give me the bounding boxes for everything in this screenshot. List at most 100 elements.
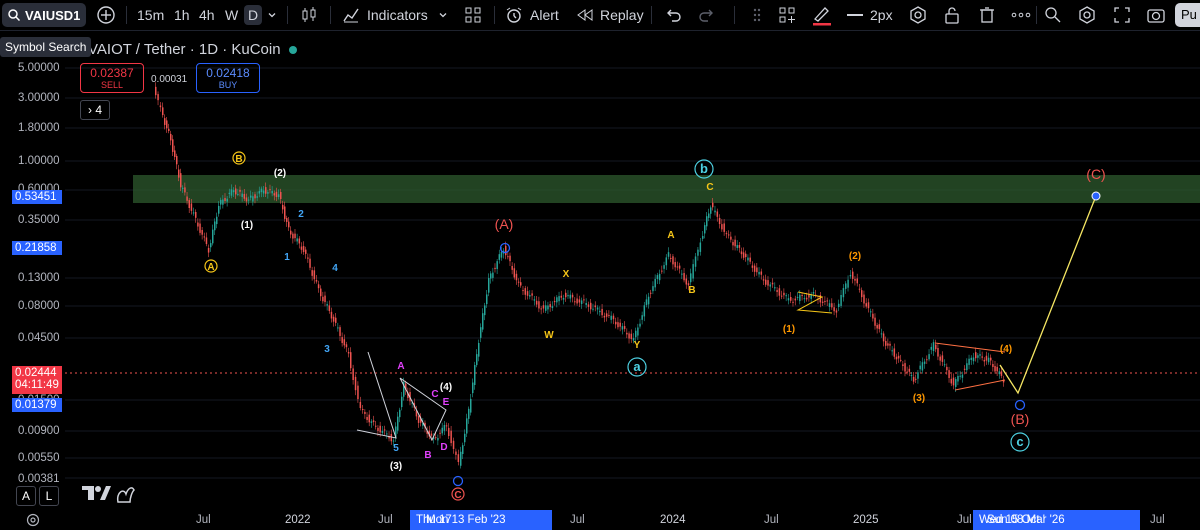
candle-body xyxy=(647,296,650,305)
candle-body xyxy=(205,237,208,245)
chart-settings-icon[interactable] xyxy=(1077,0,1097,30)
candle-body xyxy=(311,270,313,276)
candle-body xyxy=(730,236,732,240)
candle-body xyxy=(466,418,468,434)
candle-body xyxy=(386,433,388,435)
redo-icon[interactable] xyxy=(698,0,716,30)
indicators-button[interactable]: Indicators xyxy=(342,0,428,30)
candle-body xyxy=(583,299,585,301)
candle-body xyxy=(745,253,747,258)
candle-body xyxy=(241,193,243,197)
more-icon[interactable] xyxy=(1011,0,1031,30)
candle-body xyxy=(509,255,511,262)
interval-d[interactable]: D xyxy=(244,5,263,25)
camera-icon[interactable] xyxy=(1146,0,1166,30)
candle-body xyxy=(201,230,203,235)
candle-body xyxy=(551,306,554,308)
fullscreen-icon[interactable] xyxy=(1113,0,1131,30)
candle-body xyxy=(667,252,670,257)
candle-body xyxy=(235,188,237,195)
interval-15m[interactable]: 15m xyxy=(137,0,164,30)
line-width-label: 2px xyxy=(870,7,893,23)
templates-grid-icon[interactable] xyxy=(464,0,482,30)
candle-body xyxy=(780,295,783,297)
candle-body xyxy=(979,354,981,356)
wave-label: 4 xyxy=(332,263,338,274)
buy-button[interactable]: 0.02418 BUY xyxy=(196,63,260,93)
candle-body xyxy=(952,377,955,386)
time-axis[interactable]: Jul 2022 Jul Jul 2024 Jul 2025 Jul Jul T… xyxy=(0,510,1200,530)
candle-body xyxy=(658,273,661,281)
lock-icon[interactable] xyxy=(943,0,961,30)
publish-button[interactable]: Pu xyxy=(1175,3,1200,27)
projection-date-end: Sun 08 Mar '26 xyxy=(987,514,1065,526)
candle-body xyxy=(362,408,364,410)
candle-body xyxy=(450,430,452,444)
interval-dropdown-icon[interactable] xyxy=(267,0,277,30)
candle-body xyxy=(608,314,610,316)
indicators-collapse-button[interactable]: › 4 xyxy=(80,100,110,120)
candle-body xyxy=(885,340,887,346)
log-scale-button[interactable]: L xyxy=(39,486,59,506)
interval-1h[interactable]: 1h xyxy=(174,0,190,30)
candle-type-icon[interactable] xyxy=(300,0,318,30)
candle-body xyxy=(375,425,377,427)
candle-body xyxy=(330,311,333,319)
candle-body xyxy=(470,398,472,413)
candle-body xyxy=(230,189,233,196)
candle-body xyxy=(794,298,797,301)
candle-body xyxy=(861,290,863,298)
time-tick: Jul xyxy=(957,514,972,526)
candle-body xyxy=(580,300,583,305)
wave-label: (2) xyxy=(849,251,861,262)
interval-4h[interactable]: 4h xyxy=(199,0,215,30)
settings-icon[interactable] xyxy=(908,0,928,30)
candle-body xyxy=(199,223,201,233)
candle-body xyxy=(906,371,908,373)
compare-add-icon[interactable] xyxy=(96,0,116,30)
candle-body xyxy=(678,265,681,269)
candle-body xyxy=(245,197,248,202)
crosshair-time-range: Thu 17 Mon 13 Feb '23 xyxy=(410,510,552,530)
indicators-dropdown-icon[interactable] xyxy=(438,0,448,30)
candle-body xyxy=(637,327,639,336)
projection-time-range: Wed 15 Oct ' Sun 08 Mar '26 xyxy=(973,510,1140,530)
candle-body xyxy=(874,317,876,326)
candle-body xyxy=(610,315,612,320)
wave-label: (4) xyxy=(1000,344,1012,355)
candle-body xyxy=(513,268,516,278)
zoom-icon[interactable] xyxy=(1044,0,1062,30)
candle-body xyxy=(332,316,335,322)
pencil-icon[interactable] xyxy=(811,0,833,30)
time-tick: Jul xyxy=(764,514,779,526)
candle-body xyxy=(694,256,697,267)
candle-body xyxy=(339,327,341,336)
time-axis-settings-icon[interactable] xyxy=(26,513,40,530)
candle-body xyxy=(714,210,716,213)
trash-icon[interactable] xyxy=(978,0,996,30)
auto-scale-button[interactable]: A xyxy=(16,486,36,506)
chart-title-text: VAIOT / Tether · 1D · KuCoin xyxy=(88,41,281,58)
time-tick: Jul xyxy=(378,514,393,526)
candle-body xyxy=(650,292,652,294)
candle-body xyxy=(172,139,174,152)
add-layout-icon[interactable] xyxy=(778,0,796,30)
candle-body xyxy=(676,266,679,268)
drag-handle-icon[interactable] xyxy=(752,0,762,30)
line-width-button[interactable]: 2px xyxy=(847,0,893,30)
symbol-search-button[interactable]: VAIUSD1 xyxy=(2,3,86,27)
replay-button[interactable]: Replay xyxy=(576,0,644,30)
sell-button[interactable]: 0.02387 SELL xyxy=(80,63,144,93)
candle-body xyxy=(767,280,769,286)
candle-body xyxy=(258,191,261,194)
alert-button[interactable]: Alert xyxy=(505,0,559,30)
undo-icon[interactable] xyxy=(664,0,682,30)
interval-w[interactable]: W xyxy=(225,0,238,30)
candle-body xyxy=(224,197,226,201)
buy-label: BUY xyxy=(218,80,238,90)
candle-body xyxy=(672,256,674,265)
candle-body xyxy=(328,305,331,311)
candle-body xyxy=(738,245,741,248)
chart-title: VAIOT / Tether · 1D · KuCoin xyxy=(88,41,297,58)
candle-body xyxy=(878,324,881,330)
